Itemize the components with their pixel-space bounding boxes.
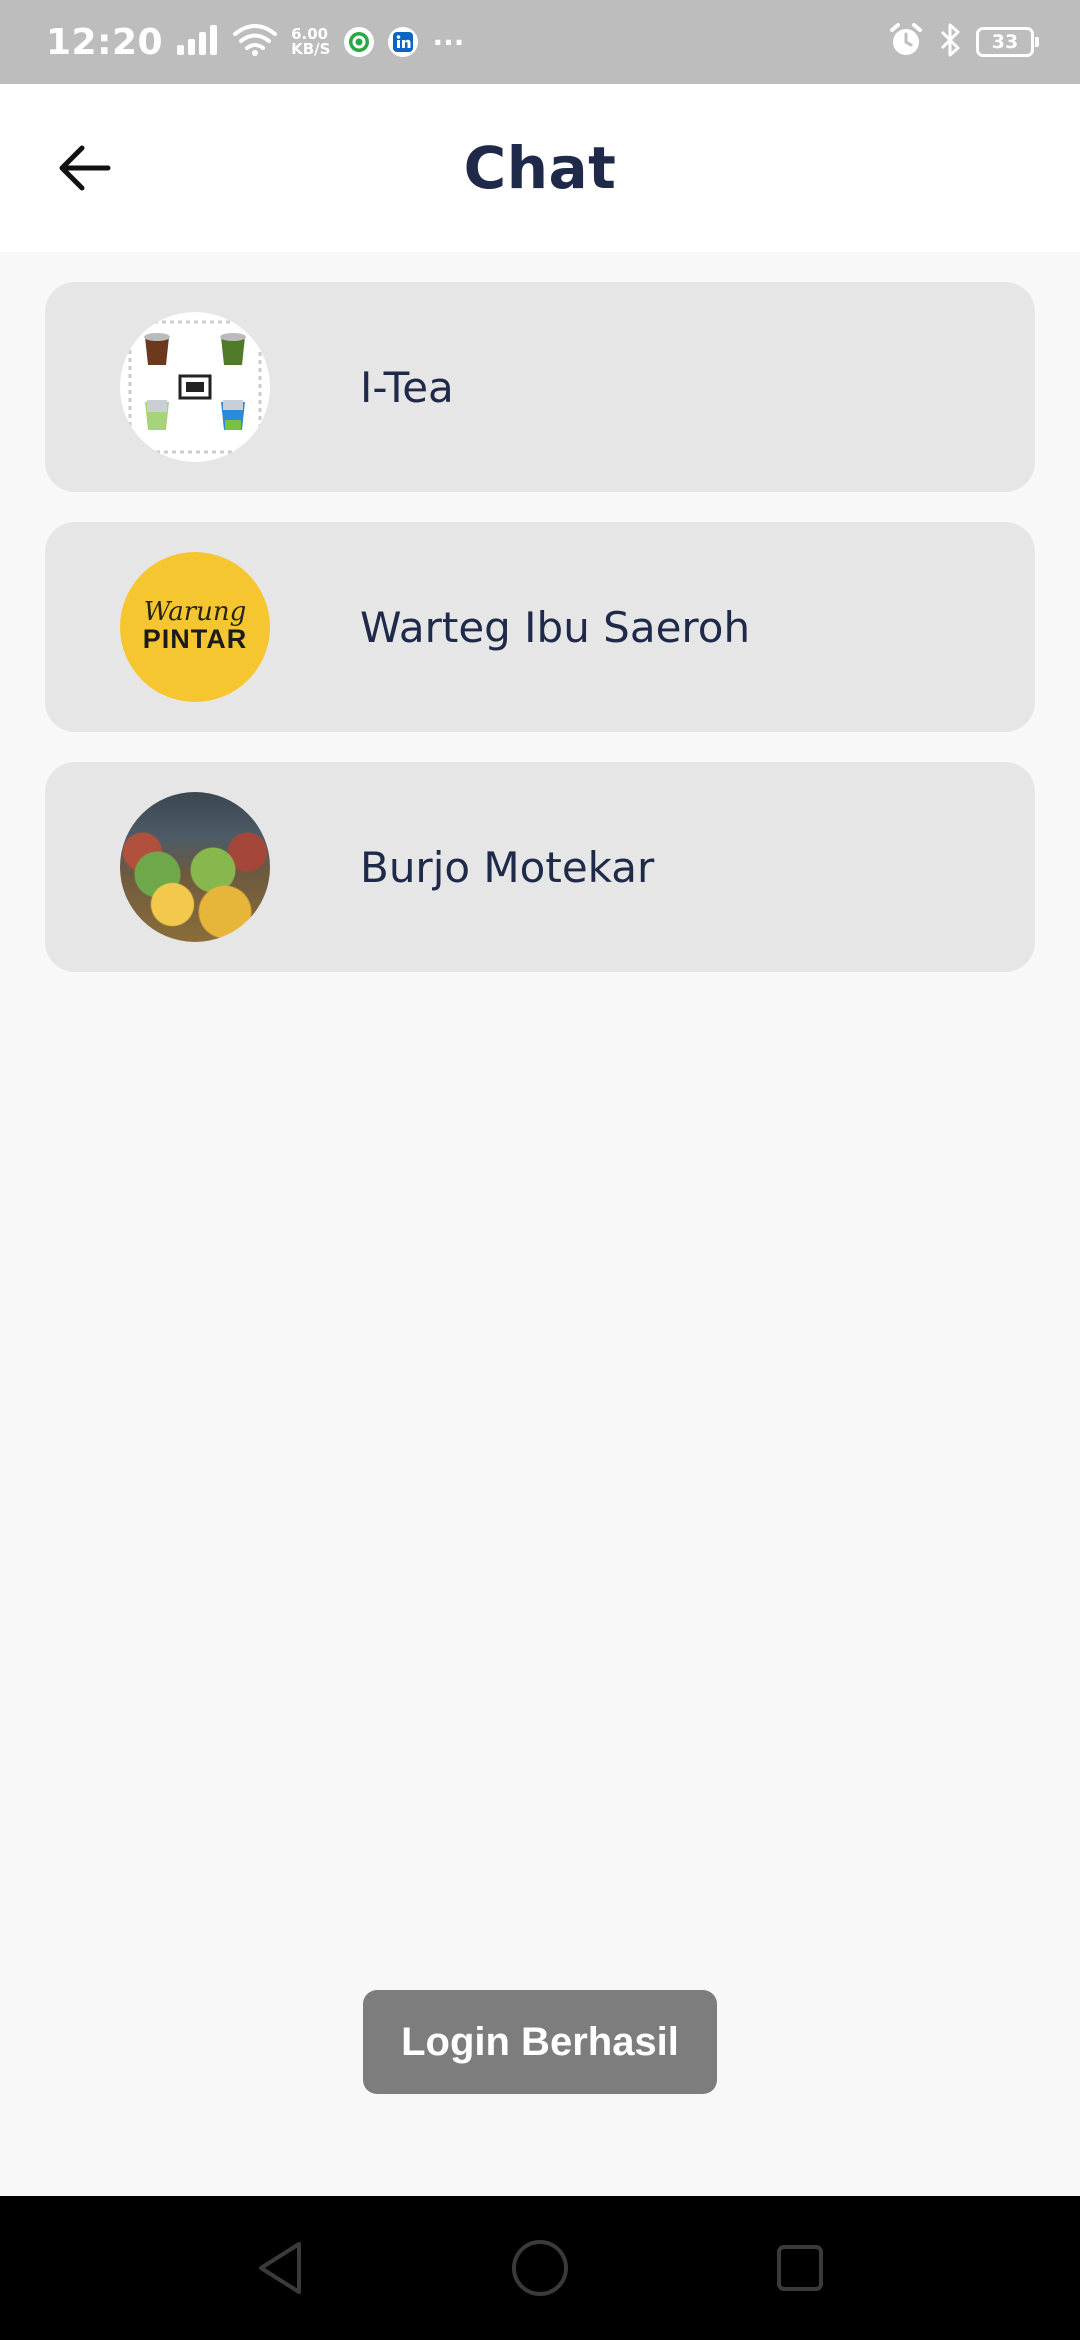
signal-icon (177, 25, 219, 59)
system-navigation-bar (0, 2196, 1080, 2340)
chat-item-i-tea[interactable]: I-Tea (45, 282, 1035, 492)
chat-name: Warteg Ibu Saeroh (360, 602, 751, 652)
chat-name: Burjo Motekar (360, 842, 655, 892)
avatar: Warung PINTAR (120, 552, 270, 702)
avatar (120, 312, 270, 462)
status-time: 12:20 (46, 21, 164, 63)
nav-back-button[interactable] (240, 2228, 320, 2308)
bluetooth-icon (938, 22, 962, 62)
avatar (120, 792, 270, 942)
more-notifications-icon: ··· (432, 25, 465, 59)
nav-recents-button[interactable] (760, 2228, 840, 2308)
network-speed-unit: KB/S (291, 40, 331, 58)
status-bar-right: 33 (874, 22, 1039, 62)
drinks-logo-icon (128, 320, 262, 454)
wifi-icon (233, 24, 278, 60)
chat-name: I-Tea (360, 362, 454, 412)
nav-back-icon (259, 2242, 301, 2294)
toast-message: Login Berhasil (363, 1990, 717, 2094)
nav-home-button[interactable] (500, 2228, 580, 2308)
page-title: Chat (463, 134, 617, 202)
nav-home-icon (512, 2240, 568, 2296)
status-bar-left: 12:20 6.00 KB/S ··· (46, 22, 478, 63)
battery-indicator: 33 (976, 27, 1039, 57)
status-bar: 12:20 6.00 KB/S ··· 33 (0, 0, 1080, 84)
alarm-icon (888, 22, 924, 62)
chat-item-warteg-ibu-saeroh[interactable]: Warung PINTAR Warteg Ibu Saeroh (45, 522, 1035, 732)
chat-item-burjo-motekar[interactable]: Burjo Motekar (45, 762, 1035, 972)
network-speed: 6.00 KB/S (291, 27, 330, 57)
linkedin-icon (388, 27, 419, 57)
nav-recents-icon (777, 2245, 823, 2291)
avatar-logo-bold: PINTAR (142, 624, 248, 655)
chat-list: I-Tea Warung PINTAR Warteg Ibu Saeroh Bu… (45, 282, 1035, 1002)
location-app-icon (344, 27, 375, 57)
avatar-logo-script: Warung (143, 597, 247, 628)
app-header: Chat (0, 84, 1080, 252)
